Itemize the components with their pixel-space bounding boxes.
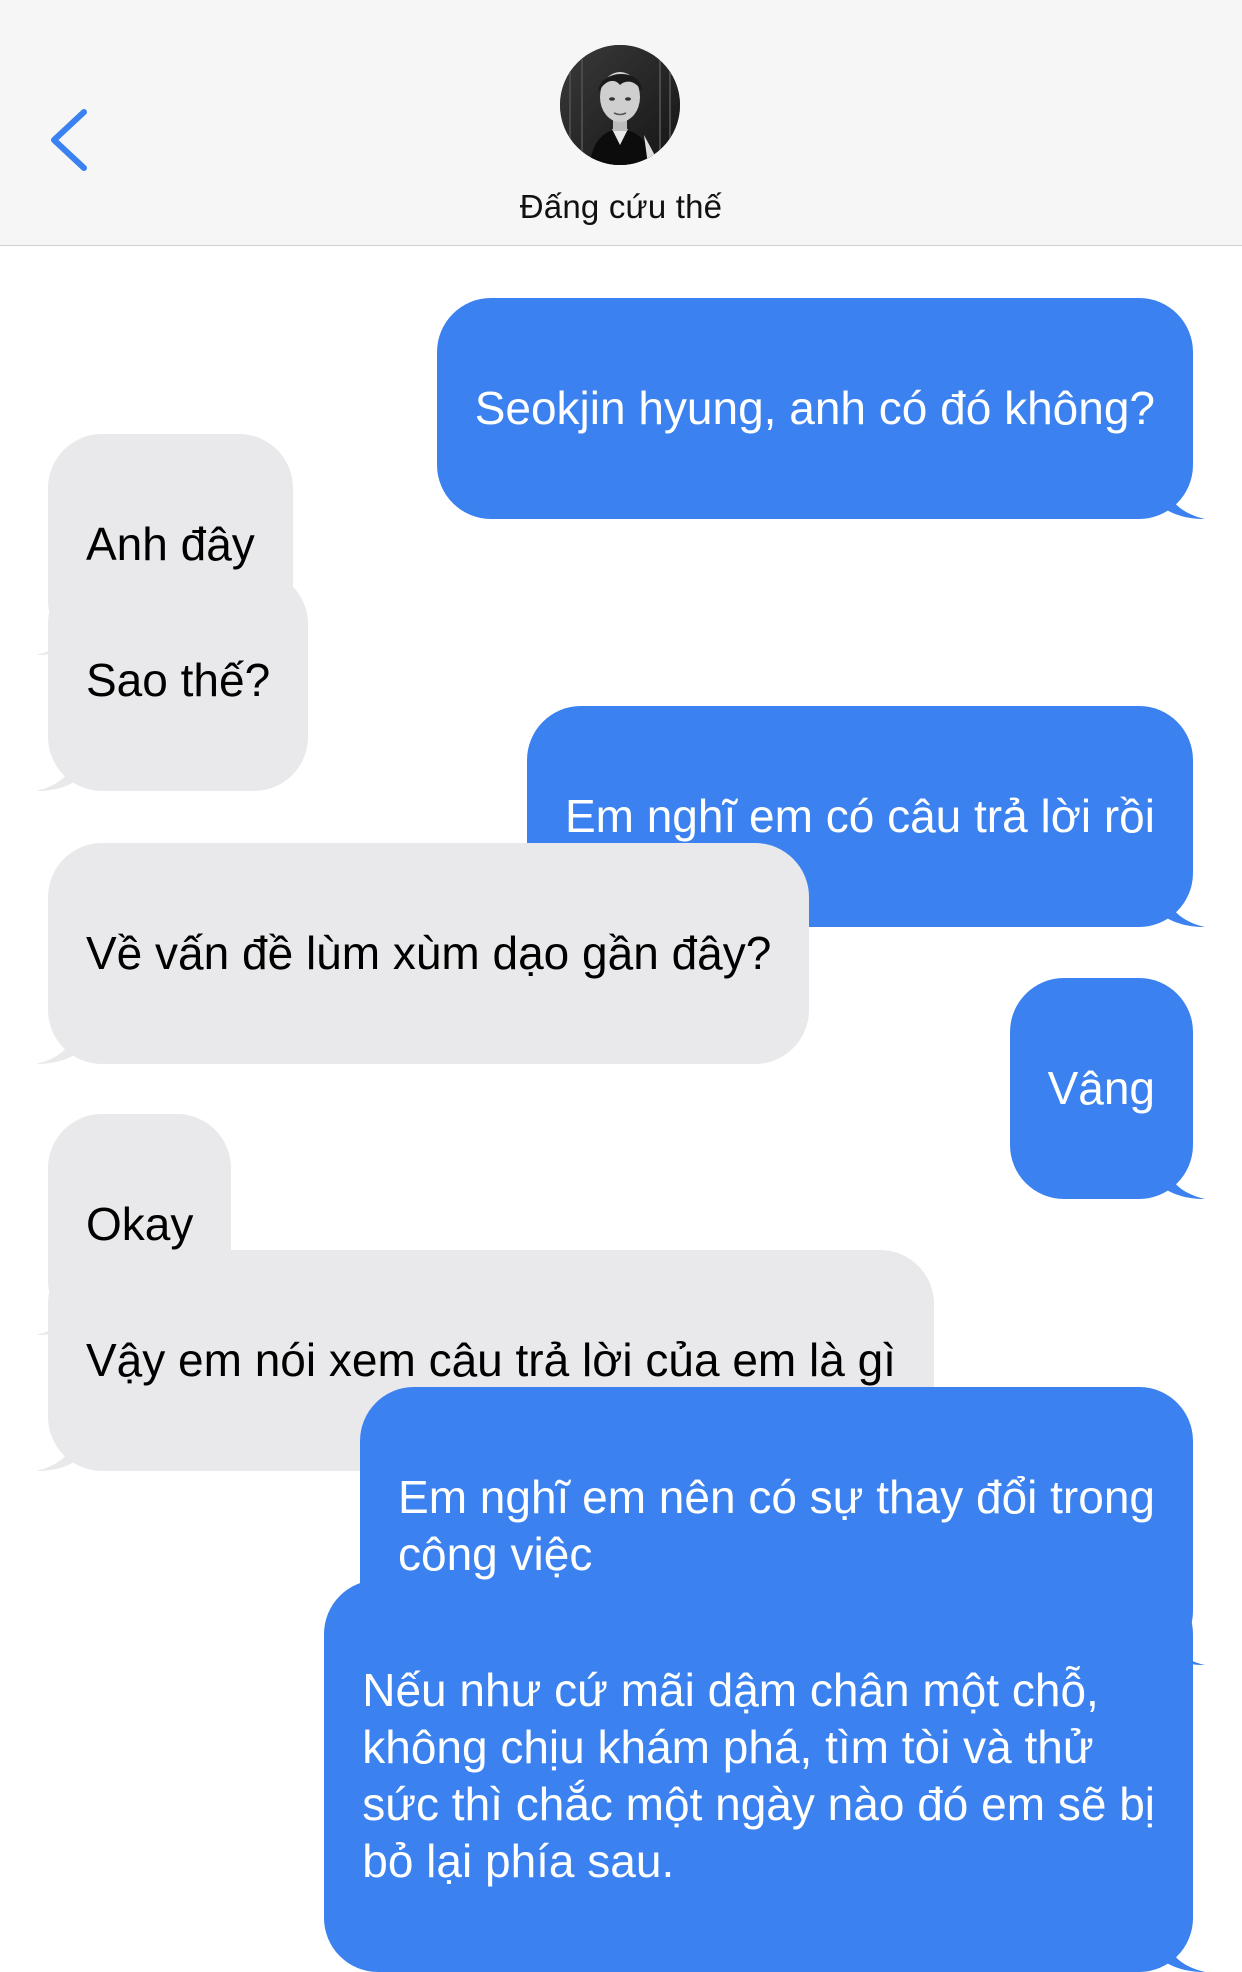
message-bubble-sent[interactable]: Vâng	[1009, 978, 1205, 1199]
message-text: Em nghĩ em có câu trả lời rồi	[564, 790, 1155, 842]
message-text: Nếu như cứ mãi dậm chân một chỗ, không c…	[362, 1664, 1155, 1887]
message-thread[interactable]: Seokjin hyung, anh có đó không? Anh đây …	[0, 0, 1242, 1972]
message-text: Vậy em nói xem câu trả lời của em là gì	[86, 1334, 896, 1386]
message-text: Về vấn đề lùm xùm dạo gần đây?	[86, 927, 772, 979]
bubble-tail	[36, 751, 76, 791]
message-text: Anh đây	[86, 518, 255, 570]
bubble-tail	[1165, 887, 1205, 927]
bubble-tail	[1165, 479, 1205, 519]
bubble-tail	[36, 1024, 76, 1064]
message-text: Seokjin hyung, anh có đó không?	[474, 382, 1155, 434]
message-text: Vâng	[1047, 1062, 1155, 1114]
message-text: Okay	[86, 1198, 194, 1250]
message-bubble-received[interactable]: Sao thế?	[36, 570, 309, 791]
bubble-tail	[1165, 1159, 1205, 1199]
bubble-tail	[1165, 1932, 1205, 1972]
message-bubble-received[interactable]: Về vấn đề lùm xùm dạo gần đây?	[36, 843, 810, 1064]
message-bubble-sent[interactable]: Nếu như cứ mãi dậm chân một chỗ, không c…	[324, 1580, 1205, 1972]
message-bubble-sent[interactable]: Seokjin hyung, anh có đó không?	[436, 298, 1205, 519]
message-text: Em nghĩ em nên có sự thay đổi trong công…	[398, 1471, 1155, 1580]
bubble-tail	[36, 1431, 76, 1471]
message-text: Sao thế?	[86, 654, 271, 706]
